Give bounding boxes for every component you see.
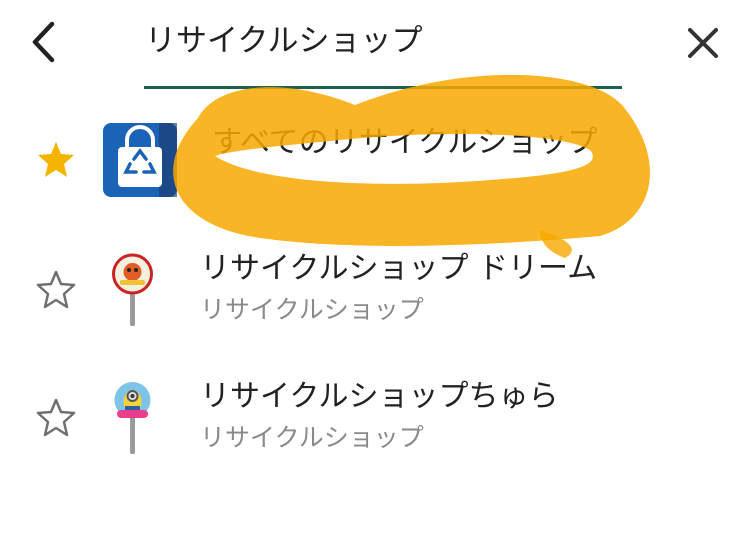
recycle-bag-icon xyxy=(103,123,177,197)
star-filled-icon[interactable] xyxy=(34,138,78,182)
result-item-chura[interactable]: リサイクルショップちゅら リサイクルショップ xyxy=(0,360,750,470)
close-icon xyxy=(688,28,718,58)
result-title: リサイクルショップ ドリーム xyxy=(200,251,598,286)
back-button[interactable] xyxy=(22,18,70,66)
chevron-left-icon xyxy=(32,21,55,63)
clear-search-button[interactable] xyxy=(680,18,728,66)
search-input[interactable]: リサイクルショップ xyxy=(145,14,625,68)
result-title: すべてのリサイクルショップ xyxy=(212,125,598,160)
result-category: リサイクルショップ xyxy=(200,295,424,324)
result-item-all-shops[interactable]: すべてのリサイクルショップ xyxy=(0,106,750,216)
result-category: リサイクルショップ xyxy=(200,423,424,452)
search-query: リサイクルショップ xyxy=(145,23,423,59)
map-pin-character-icon xyxy=(114,382,151,454)
star-outline-icon[interactable] xyxy=(34,396,78,440)
search-underline xyxy=(144,86,622,89)
search-header: リサイクルショップ xyxy=(0,0,750,92)
map-pin-sign-icon xyxy=(112,253,153,326)
star-outline-icon[interactable] xyxy=(34,268,78,312)
result-title: リサイクルショップちゅら xyxy=(200,379,559,414)
result-item-dream[interactable]: リサイクルショップ ドリーム リサイクルショップ xyxy=(0,232,750,342)
